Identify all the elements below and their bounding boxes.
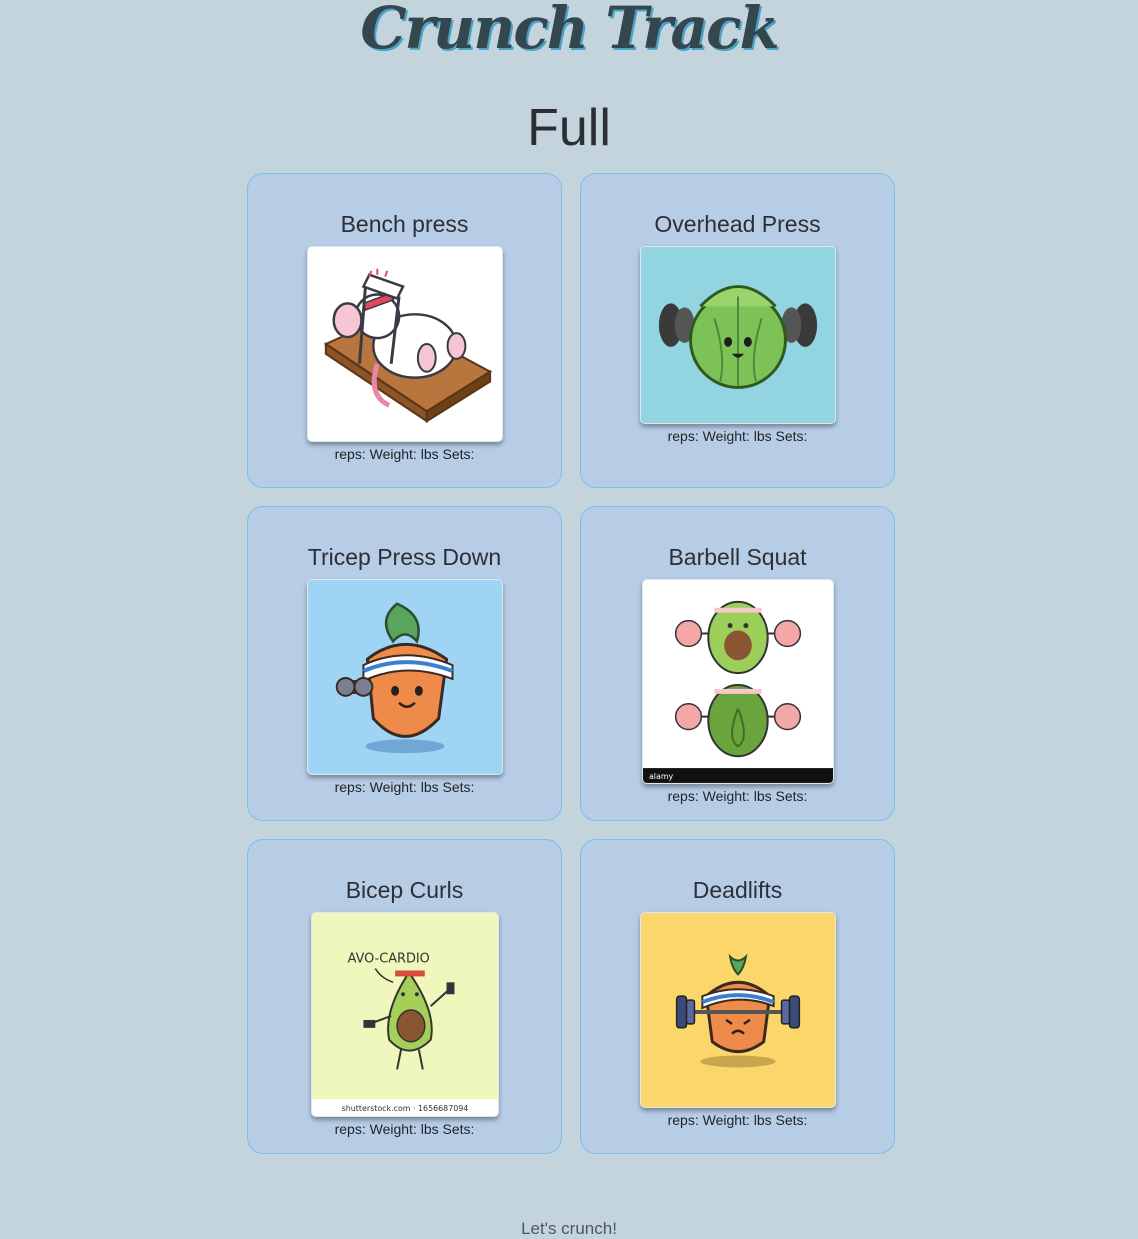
exercise-name: Barbell Squat	[668, 544, 807, 570]
exercise-stats: reps: Weight: lbs Sets:	[667, 1112, 808, 1128]
exercise-stats: reps: Weight: lbs Sets:	[667, 428, 808, 444]
exercise-name: Bench press	[340, 211, 469, 237]
watermark-text: alamy	[648, 772, 673, 781]
exercise-name: Deadlifts	[692, 877, 783, 903]
mouse-bench-press-icon	[306, 246, 503, 442]
exercise-stats: reps: Weight: lbs Sets:	[334, 779, 475, 795]
exercise-stats: reps: Weight: lbs Sets:	[334, 1121, 475, 1137]
exercise-card-barbell-squat[interactable]: Barbell Squat alamy reps: Weight: lbs Se…	[580, 506, 895, 821]
footer-text: Let's crunch!	[521, 1219, 617, 1238]
app-title: Crunch Track	[360, 0, 779, 62]
avocado-squat-icon: alamy	[641, 579, 834, 784]
exercise-stats: reps: Weight: lbs Sets:	[334, 446, 475, 462]
exercise-card-overhead-press[interactable]: Overhead Press reps: Weight: lbs Sets:	[580, 173, 895, 488]
routine-title: Full	[527, 99, 611, 157]
lettuce-barbell-icon	[639, 246, 836, 424]
exercise-card-tricep-press-down[interactable]: Tricep Press Down reps: Weight: lbs Sets…	[247, 506, 562, 821]
exercise-card-deadlifts[interactable]: Deadlifts reps: Weight: lbs Sets:	[580, 839, 895, 1154]
exercise-grid: Bench press reps: Weight: lbs Sets: Over…	[247, 173, 895, 1154]
carrot-dumbbell-icon	[306, 579, 503, 775]
carrot-deadlift-icon	[639, 912, 836, 1108]
watermark-text: shutterstock.com · 1656687094	[341, 1104, 468, 1113]
exercise-card-bicep-curls[interactable]: Bicep Curls AVO-CARDIO shutterstock.com …	[247, 839, 562, 1154]
exercise-name: Bicep Curls	[345, 877, 464, 903]
exercise-stats: reps: Weight: lbs Sets:	[667, 788, 808, 804]
avocado-cardio-icon: AVO-CARDIO shutterstock.com · 1656687094	[310, 912, 499, 1117]
exercise-name: Tricep Press Down	[307, 544, 502, 570]
exercise-card-bench-press[interactable]: Bench press reps: Weight: lbs Sets:	[247, 173, 562, 488]
exercise-name: Overhead Press	[654, 211, 821, 237]
image-caption-text: AVO-CARDIO	[347, 952, 429, 967]
